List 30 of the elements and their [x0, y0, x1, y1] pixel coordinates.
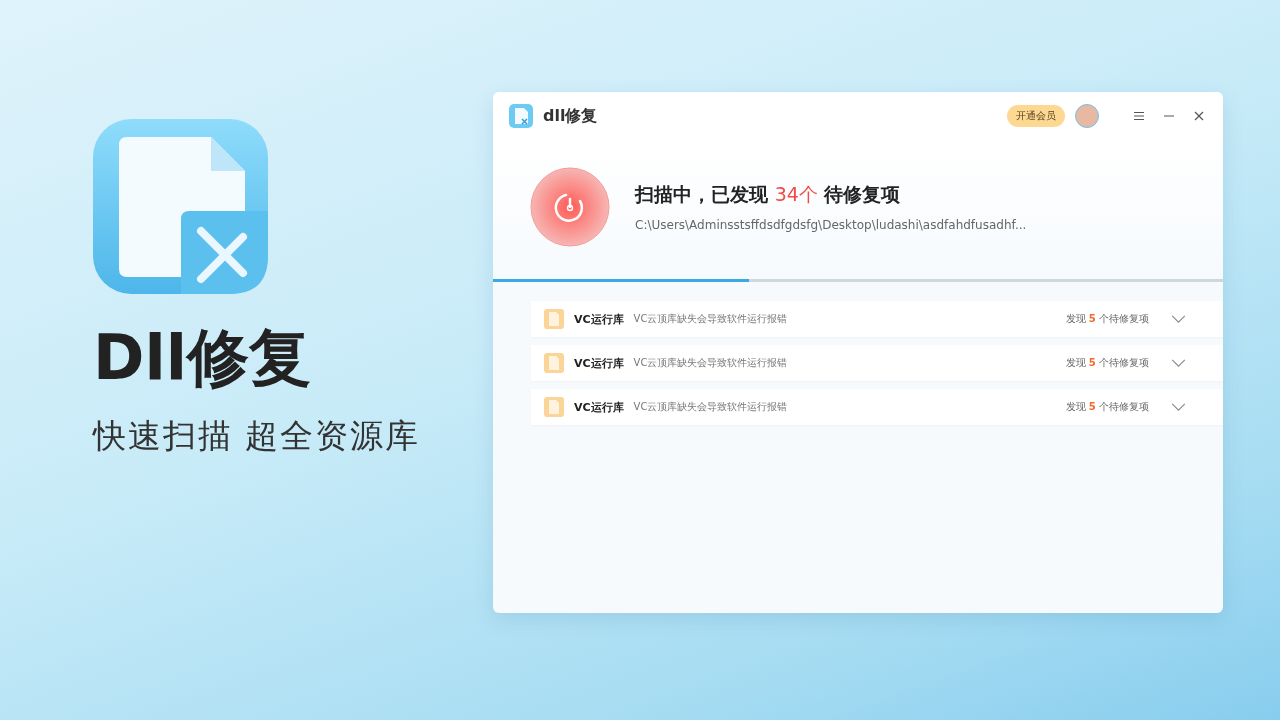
found-count: 发现 5 个待修复项	[1065, 312, 1149, 326]
scan-path: C:\Users\Adminsstsffdsdfgdsfg\Desktop\ludashi\asdfahdfusadhf...	[635, 217, 1027, 232]
library-name: VC运行库	[574, 399, 624, 415]
vip-button[interactable]: 开通会员	[1007, 105, 1065, 127]
chevron-down-icon[interactable]	[1171, 358, 1186, 368]
menu-icon[interactable]	[1133, 110, 1145, 122]
result-row[interactable]: VC运行库 VC云顶库缺失会导致软件运行报错 发现 5 个待修复项	[531, 345, 1223, 381]
library-description: VC云顶库缺失会导致软件运行报错	[633, 312, 788, 326]
app-logo-icon	[93, 119, 268, 294]
result-row[interactable]: VC运行库 VC云顶库缺失会导致软件运行报错 发现 5 个待修复项	[531, 389, 1223, 425]
library-name: VC运行库	[574, 311, 624, 327]
library-description: VC云顶库缺失会导致软件运行报错	[633, 356, 788, 370]
file-icon	[544, 309, 564, 329]
close-icon[interactable]	[1193, 110, 1205, 122]
library-description: VC云顶库缺失会导致软件运行报错	[633, 400, 788, 414]
chevron-down-icon[interactable]	[1171, 314, 1186, 324]
scan-gauge-icon	[530, 166, 610, 247]
file-icon	[544, 353, 564, 373]
window-title: dll修复	[543, 105, 598, 127]
app-logo-icon	[509, 104, 533, 128]
library-name: VC运行库	[574, 355, 624, 371]
found-count: 发现 5 个待修复项	[1065, 400, 1149, 414]
scan-status: 扫描中，已发现 34个 待修复项	[635, 181, 902, 207]
chevron-down-icon[interactable]	[1171, 402, 1186, 412]
avatar-icon[interactable]	[1075, 104, 1099, 128]
promo-title: Dll修复	[93, 324, 312, 393]
promo-tagline: 快速扫描 超全资源库	[93, 415, 422, 458]
file-icon	[544, 397, 564, 417]
found-count: 发现 5 个待修复项	[1065, 356, 1149, 370]
result-row[interactable]: VC运行库 VC云顶库缺失会导致软件运行报错 发现 5 个待修复项	[531, 301, 1223, 337]
